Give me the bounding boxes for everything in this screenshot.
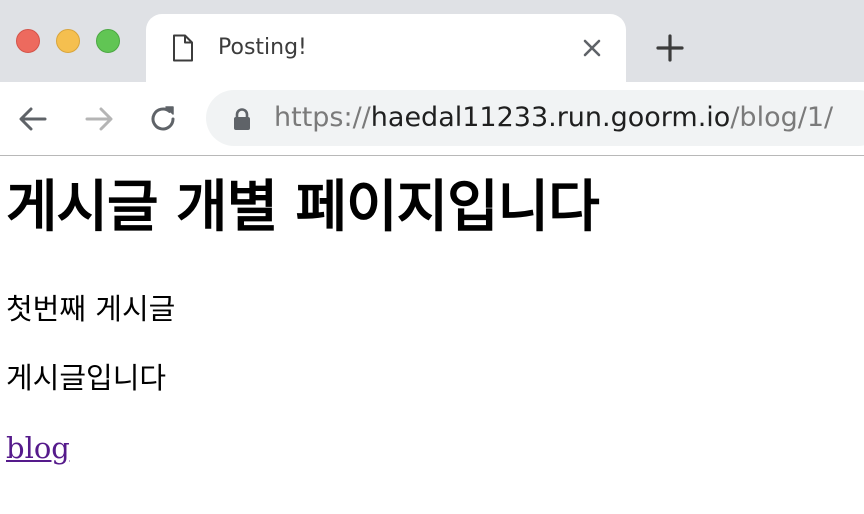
post-title: 첫번째 게시글: [6, 292, 176, 326]
lock-icon[interactable]: [232, 107, 252, 131]
browser-toolbar: https://haedal11233.run.goorm.io/blog/1/: [0, 82, 864, 155]
url-text[interactable]: https://haedal11233.run.goorm.io/blog/1/: [274, 102, 833, 134]
url-scheme: https://: [274, 102, 371, 133]
page-heading: 게시글 개별 페이지입니다: [6, 175, 600, 240]
arrow-right-icon[interactable]: [82, 102, 116, 136]
tab-title: Posting!: [218, 35, 307, 60]
url-host: haedal11233.run.goorm.io: [370, 102, 731, 133]
url-path: /blog/1/: [730, 102, 834, 133]
blog-link[interactable]: blog: [6, 429, 70, 467]
browser-title-bar: Posting!: [0, 0, 864, 82]
browser-tab[interactable]: Posting!: [146, 14, 626, 82]
window-minimize-button[interactable]: [56, 29, 80, 53]
plus-icon[interactable]: [654, 32, 686, 64]
reload-icon[interactable]: [146, 102, 180, 136]
window-close-button[interactable]: [16, 29, 40, 53]
address-bar[interactable]: https://haedal11233.run.goorm.io/blog/1/: [206, 90, 864, 146]
document-icon: [173, 34, 193, 62]
toolbar-divider: [0, 155, 864, 156]
arrow-left-icon[interactable]: [16, 102, 50, 136]
close-icon[interactable]: [580, 36, 604, 60]
post-body: 게시글입니다: [6, 361, 167, 395]
window-zoom-button[interactable]: [96, 29, 120, 53]
